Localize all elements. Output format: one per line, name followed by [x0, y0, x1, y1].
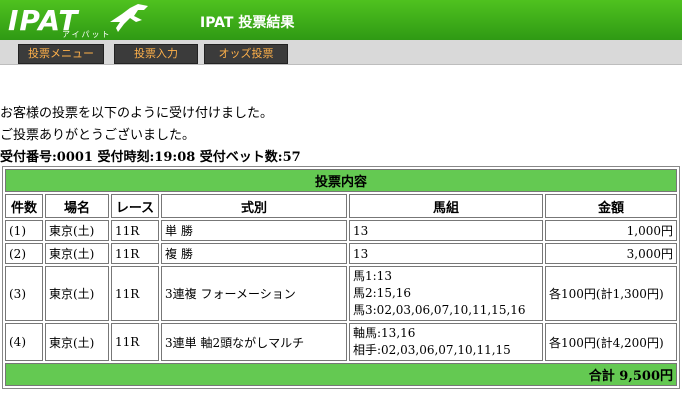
receipt-info: 受付番号:0001 受付時刻:19:08 受付ベット数:57	[0, 150, 301, 165]
nav-vote-input-button[interactable]: 投票入力	[114, 44, 198, 64]
col-header-bet-type: 式別	[161, 194, 347, 218]
cell-race: 11R	[111, 323, 159, 361]
message-line-1: お客様の投票を以下のように受け付けました。	[0, 106, 274, 121]
horse-icon	[110, 4, 148, 32]
page-title: IPAT 投票結果	[200, 15, 295, 31]
combo-line: 馬3:02,03,06,07,10,11,15,16	[353, 303, 526, 317]
cell-count: (3)	[5, 266, 43, 321]
col-header-race: レース	[111, 194, 159, 218]
cell-count: (1)	[5, 220, 43, 241]
cell-count: (2)	[5, 243, 43, 264]
cell-venue: 東京(土)	[45, 323, 109, 361]
cell-combination: 馬1:13 馬2:15,16 馬3:02,03,06,07,10,11,15,1…	[349, 266, 543, 321]
cell-bet-type: 3連単 軸2頭ながしマルチ	[161, 323, 347, 361]
cell-amount: 各100円(計1,300円)	[545, 266, 677, 321]
nav-odds-vote-button[interactable]: オッズ投票	[204, 44, 288, 64]
app-header: IPAT アイパット IPAT 投票結果	[0, 0, 682, 40]
cell-bet-type: 単 勝	[161, 220, 347, 241]
cell-amount: 各100円(計4,200円)	[545, 323, 677, 361]
cell-race: 11R	[111, 220, 159, 241]
cell-race: 11R	[111, 243, 159, 264]
table-row: (2) 東京(土) 11R 複 勝 13 3,000円	[5, 243, 677, 264]
col-header-amount: 金額	[545, 194, 677, 218]
message-line-2: ご投票ありがとうございました。	[0, 128, 196, 143]
cell-combination: 13	[349, 243, 543, 264]
combo-line: 馬2:15,16	[353, 286, 412, 300]
nav-vote-menu-button[interactable]: 投票メニュー	[18, 44, 104, 64]
bet-table: 投票内容 件数 場名 レース 式別 馬組 金額 (1) 東京(土) 11R 単 …	[2, 166, 680, 389]
combo-line: 馬1:13	[353, 269, 392, 283]
col-header-count: 件数	[5, 194, 43, 218]
ipat-logo-subtext: アイパット	[62, 30, 112, 39]
cell-bet-type: 複 勝	[161, 243, 347, 264]
total-amount: 合計 9,500円	[5, 363, 677, 386]
col-header-venue: 場名	[45, 194, 109, 218]
table-caption: 投票内容	[5, 169, 677, 192]
table-row: (1) 東京(土) 11R 単 勝 13 1,000円	[5, 220, 677, 241]
cell-bet-type: 3連複 フォーメーション	[161, 266, 347, 321]
cell-combination: 軸馬:13,16 相手:02,03,06,07,10,11,15	[349, 323, 543, 361]
table-row: (3) 東京(土) 11R 3連複 フォーメーション 馬1:13 馬2:15,1…	[5, 266, 677, 321]
col-header-combination: 馬組	[349, 194, 543, 218]
combo-line: 軸馬:13,16	[353, 326, 416, 340]
cell-venue: 東京(土)	[45, 243, 109, 264]
cell-combination: 13	[349, 220, 543, 241]
combo-line: 相手:02,03,06,07,10,11,15	[353, 343, 511, 357]
cell-amount: 1,000円	[545, 220, 677, 241]
cell-count: (4)	[5, 323, 43, 361]
cell-venue: 東京(土)	[45, 220, 109, 241]
cell-amount: 3,000円	[545, 243, 677, 264]
table-row: (4) 東京(土) 11R 3連単 軸2頭ながしマルチ 軸馬:13,16 相手:…	[5, 323, 677, 361]
nav-bar: 投票メニュー 投票入力 オッズ投票	[0, 40, 682, 65]
table-header-row: 件数 場名 レース 式別 馬組 金額	[5, 194, 677, 218]
cell-race: 11R	[111, 266, 159, 321]
cell-venue: 東京(土)	[45, 266, 109, 321]
